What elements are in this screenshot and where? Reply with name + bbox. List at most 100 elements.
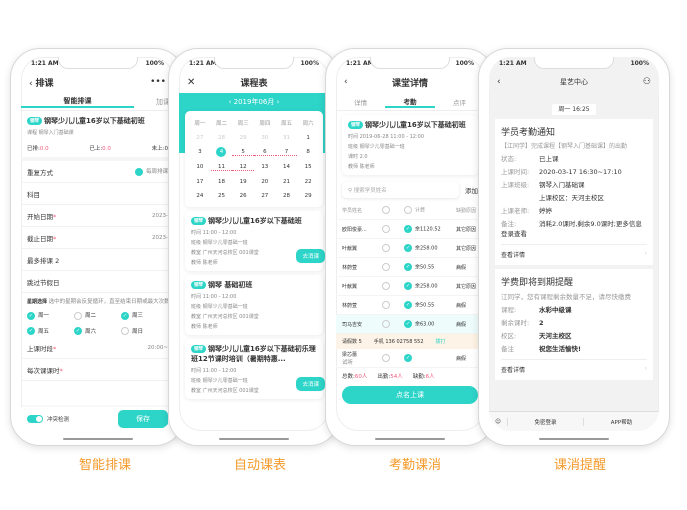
calendar-day[interactable]: 24 xyxy=(189,193,211,199)
notice-field: 上课老师: 婷婷 xyxy=(501,207,552,215)
battery: 100% xyxy=(145,60,164,67)
calendar-day[interactable]: 14 xyxy=(276,164,298,171)
stat-attended: 已上:0.0 xyxy=(89,146,111,152)
calendar-day[interactable]: 15 xyxy=(297,164,319,171)
weekday-header: 周二 xyxy=(215,121,227,127)
student-row[interactable]: 叶献翼 ✓ 余258.00 其它原因 xyxy=(336,277,484,296)
each-row[interactable]: 每次课课时* xyxy=(21,359,174,381)
day-sat[interactable]: ✓ 周六 xyxy=(74,327,121,335)
student-row[interactable]: 林蔚萱 ✓ 余50.55 病假 xyxy=(336,296,484,315)
present-count: 出勤:54人 xyxy=(377,374,403,380)
student-row[interactable]: 林蔚萱 ✓ 余50.55 病假 xyxy=(336,258,484,277)
stat-remaining: 未上:0 xyxy=(151,146,168,152)
calendar-day[interactable]: 10 xyxy=(189,164,211,171)
lesson-card[interactable]: 钢琴 钢琴 基础初班 时间 11:00 - 12:00 班级 钢琴少儿零基础一班 教室 … xyxy=(185,275,323,335)
calendar-day[interactable]: 27 xyxy=(189,135,211,141)
time-row[interactable]: 上课时段* 20:00~ xyxy=(21,337,174,359)
tab-review[interactable]: 点评 xyxy=(435,97,484,107)
calendar-day[interactable]: 11 xyxy=(210,164,233,171)
day-sun[interactable]: 周日 xyxy=(121,327,168,335)
view-details-link[interactable]: 查看详情 › xyxy=(501,244,647,259)
phone-attendance: 1:21 AM 100% ‹ 课堂详情 详情 考勤 点评 钢琴 钢琴少儿儿童16岁以下… xyxy=(325,48,495,446)
calendar-day[interactable]: 21 xyxy=(276,179,298,185)
day-wed[interactable]: ✓ 周三 xyxy=(121,311,168,320)
end-date-row[interactable]: 截止日期* 2023- xyxy=(21,227,174,249)
notice-title: 学费即将到期提醒 xyxy=(501,278,574,288)
notice-field: 上课班级: 钢琴入门基础课 xyxy=(501,181,585,189)
caption-2: 自动课表 xyxy=(233,458,286,473)
roll-call-button[interactable]: 点名上课 xyxy=(342,386,478,404)
view-details-link[interactable]: 查看详情 › xyxy=(501,359,647,374)
consume-lesson-button[interactable]: 去消课 xyxy=(296,377,325,391)
notice-title: 学员考勤通知 xyxy=(501,128,556,138)
add-button[interactable]: 添加 xyxy=(465,185,478,195)
day-tue[interactable]: 周二 xyxy=(74,311,121,320)
tab-attendance[interactable]: 考勤 xyxy=(385,96,435,108)
phone-timetable: 1:21 AM 100% ✕ 课程表 ‹ 2019年06月 › 周一 周二 周三 周四 周五… xyxy=(168,48,340,446)
calendar-day[interactable]: 8 xyxy=(297,149,319,156)
subject-row[interactable]: 科目 xyxy=(21,183,174,205)
call-link[interactable]: 拨打 xyxy=(436,338,446,345)
notice-field: 状态: 已上课 xyxy=(501,155,559,163)
notice-field: 备注: 消耗2.0课时,剩余9.0课时;更多信息登录查看 xyxy=(501,220,642,238)
conflict-toggle[interactable] xyxy=(27,415,43,423)
student-row-trial[interactable]: 梁芯蕾 试听 ✓ 病假 xyxy=(336,349,484,368)
password-free-login[interactable]: 免密登录 xyxy=(507,417,583,426)
day-fri[interactable]: ✓ 周五 xyxy=(27,327,74,335)
notice-field: 上课时间: 2020-03-17 16:30~17:10 xyxy=(501,168,622,176)
skip-holidays-row[interactable]: 跳过节假日 xyxy=(21,271,174,293)
calendar-day[interactable]: 29 xyxy=(297,193,319,199)
calendar-day[interactable]: 26 xyxy=(232,193,254,199)
calendar-day[interactable]: 3 xyxy=(189,149,211,156)
calendar-day[interactable]: 31 xyxy=(276,135,298,141)
keyboard-icon[interactable]: ☺ xyxy=(489,419,507,425)
calendar-day[interactable]: 18 xyxy=(211,179,233,185)
tab-details[interactable]: 详情 xyxy=(336,97,385,107)
start-date-row[interactable]: 开始日期* 2023- xyxy=(21,205,174,227)
student-row[interactable]: 欧阳俊豪... ✓ 余1120.52 其它原因 xyxy=(336,220,484,239)
max-row[interactable]: 最多排课 2 xyxy=(21,249,174,271)
calendar-day[interactable]: 20 xyxy=(254,179,276,185)
notice-field: 备注 祝您生活愉快! xyxy=(501,345,581,353)
calendar-day[interactable]: 28 xyxy=(276,193,298,199)
calendar-day[interactable]: 17 xyxy=(189,179,211,185)
calendar-day[interactable]: 12 xyxy=(232,164,254,171)
day-mon[interactable]: ✓ 周一 xyxy=(27,311,74,320)
leave-info: 请假数 5 手机 136 02758 552 拨打 xyxy=(336,334,484,349)
notice-field: 上课校区：天河主校区 xyxy=(539,194,604,202)
lesson-card[interactable]: 钢琴 钢琴少儿儿童16岁以下基础初乐理班12节课时培训（暑期特惠... 时间 11:… xyxy=(185,339,325,399)
tab-smart[interactable]: 智能排课 xyxy=(21,96,134,108)
calendar-day[interactable]: 29 xyxy=(232,135,254,141)
back-button[interactable]: ‹ 排课 xyxy=(29,76,53,89)
stat-scheduled: 已排:0.0 xyxy=(27,146,49,152)
notice-field: 课程: 水彩中级课 xyxy=(501,306,572,314)
calendar-day[interactable]: 19 xyxy=(232,179,254,185)
calendar-day[interactable]: 25 xyxy=(211,193,233,199)
message-time: 周一 16:25 xyxy=(552,104,596,115)
calendar-day[interactable]: 30 xyxy=(254,135,276,141)
total-count: 总数:60人 xyxy=(342,374,368,380)
student-row[interactable]: 叶献翼 ✓ 余258.00 其它原因 xyxy=(336,239,484,258)
calendar-day[interactable]: 27 xyxy=(254,193,276,199)
app-help[interactable]: APP帮助 xyxy=(583,417,659,426)
calendar-day[interactable]: 6 xyxy=(253,149,276,156)
repeat-row[interactable]: 重复方式 每周排课 xyxy=(21,161,174,183)
calendar[interactable]: 周一 周二 周三 周四 周五 周六 27 28 29 30 31 1 3 4 5 6 7 8 10 11 12 13 14 1… xyxy=(189,119,319,199)
calendar-day[interactable]: 13 xyxy=(254,164,276,171)
student-row[interactable]: 司马吉安 ✓ 余63.00 病假 xyxy=(336,315,484,334)
phone-smart-scheduling: 1:21 AM 100% ‹ 排课 ••• 智能排课 加课 钢琴 钢琴少儿儿童16岁以… xyxy=(10,48,185,446)
calendar-day[interactable]: 1 xyxy=(297,135,319,141)
course-tag: 钢琴 xyxy=(27,117,42,125)
search-input[interactable]: ⚲ 搜索学员姓名 xyxy=(342,182,459,198)
consume-lesson-button[interactable]: 去消课 xyxy=(296,249,325,263)
more-icon[interactable]: ••• xyxy=(150,77,166,87)
calendar-day[interactable]: 5 xyxy=(232,149,254,156)
calendar-day[interactable]: 28 xyxy=(211,135,233,141)
save-button[interactable]: 保存 xyxy=(118,410,168,428)
status-time: 1:21 AM xyxy=(31,60,59,67)
conflict-label: 冲突检测 xyxy=(47,417,70,423)
calendar-day[interactable]: 7 xyxy=(275,149,298,156)
lesson-card[interactable]: 钢琴 钢琴少儿儿童16岁以下基础班 时间 11:00 - 12:00 班级 钢琴少儿零… xyxy=(185,211,325,271)
calendar-day[interactable]: 4 xyxy=(216,147,227,157)
calendar-day[interactable]: 22 xyxy=(297,179,319,185)
